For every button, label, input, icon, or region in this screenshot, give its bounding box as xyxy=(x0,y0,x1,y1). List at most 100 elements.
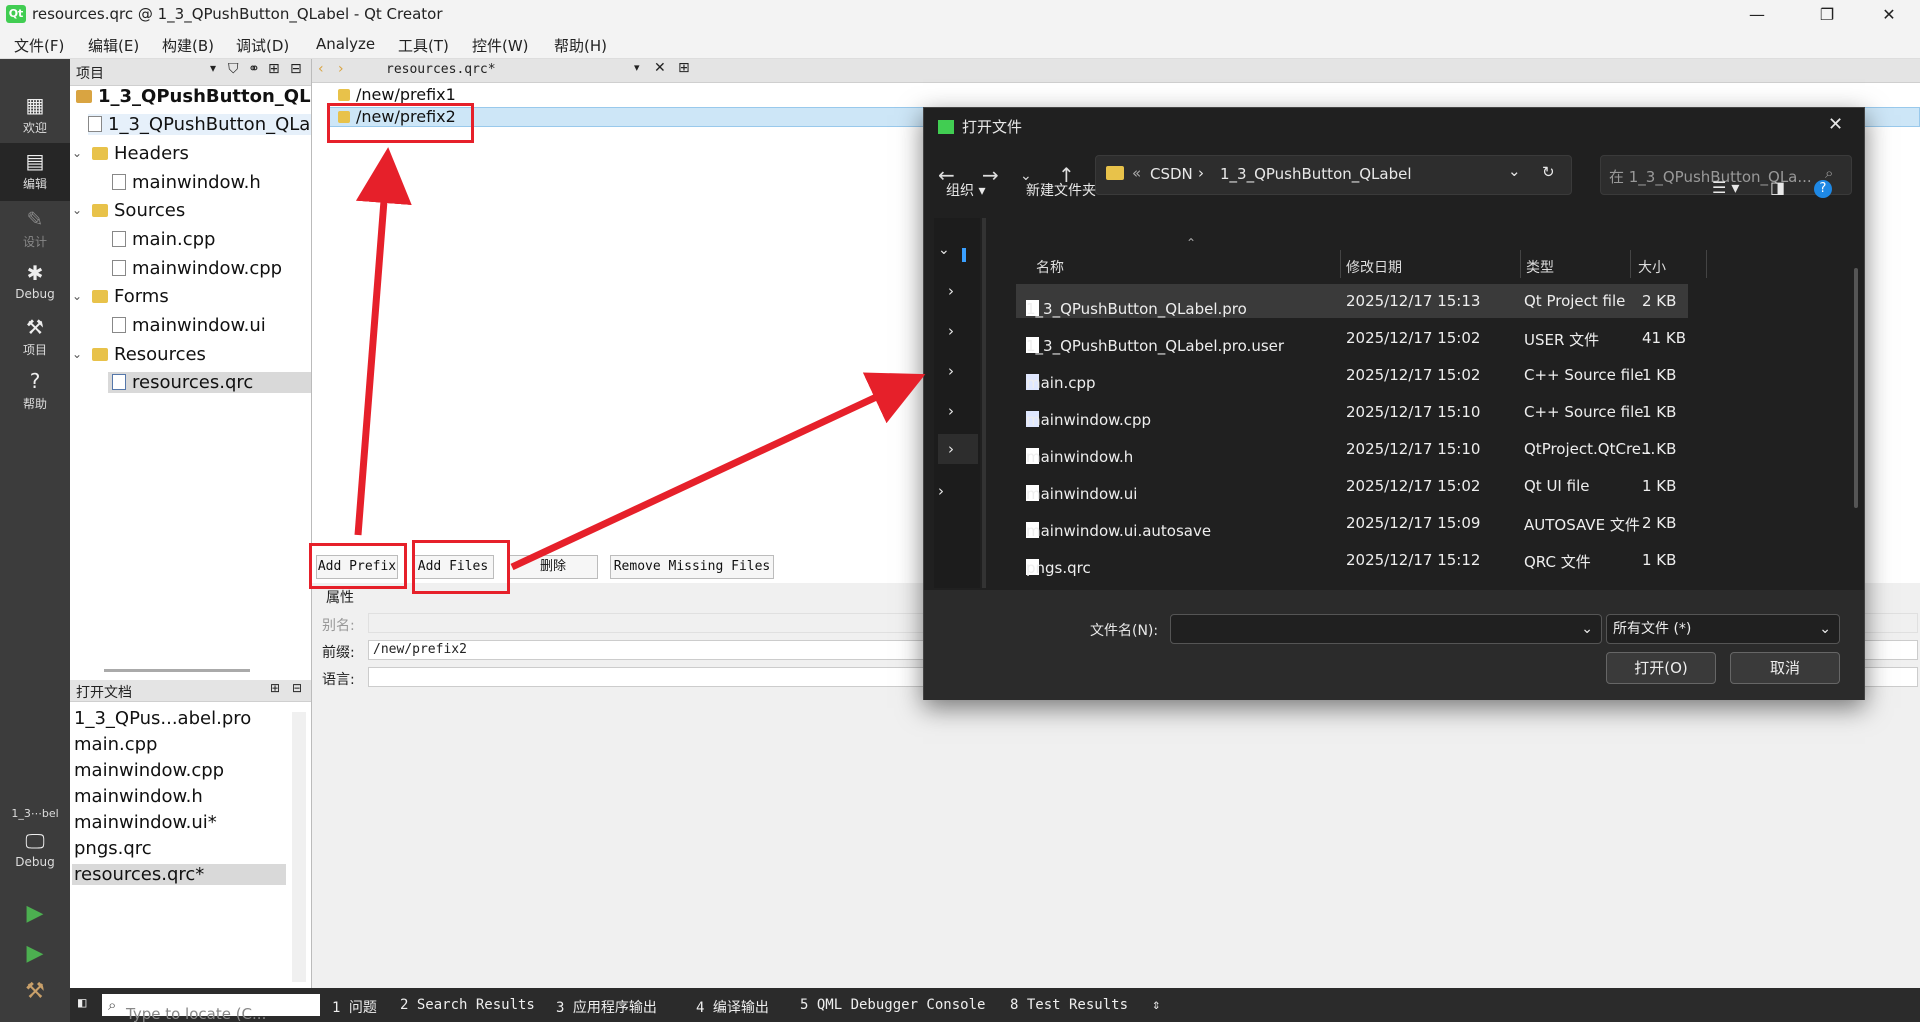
menu-controls[interactable]: 控件(W) xyxy=(472,35,529,56)
projects-view-dropdown[interactable]: ▾ xyxy=(210,61,216,75)
dialog-close-icon[interactable]: ✕ xyxy=(1828,114,1843,135)
file-row[interactable]: pngs.qrc 2025/12/17 15:12 QRC 文件 1 KB xyxy=(1016,543,1766,577)
address-bar[interactable]: « CSDN › 1_3_QPushButton_QLabel ⌄ ↻ xyxy=(1095,155,1572,195)
remove-button[interactable]: 删除 xyxy=(508,555,598,579)
tree-forms[interactable]: ⌄ Forms xyxy=(72,286,169,307)
column-divider[interactable] xyxy=(1520,250,1521,278)
tree-project-root[interactable]: 1_3_QPushButton_QLabel xyxy=(76,86,312,107)
menu-build[interactable]: 构建(B) xyxy=(162,35,214,56)
prefix-item[interactable]: /new/prefix1 xyxy=(338,85,456,104)
status-tab-compile[interactable]: 4 编译输出 xyxy=(696,997,769,1017)
open-button[interactable]: 打开(O) xyxy=(1606,652,1716,684)
kit-selector[interactable]: 🖵 Debug xyxy=(0,829,70,869)
close-pane-icon[interactable]: ⊟ xyxy=(292,681,302,695)
filter-icon[interactable]: ⛉ xyxy=(228,61,239,77)
chevron-right-icon[interactable]: › xyxy=(938,482,944,500)
menu-tools[interactable]: 工具(T) xyxy=(398,35,449,56)
tree-h-scrollbar[interactable] xyxy=(104,669,250,672)
locator-input[interactable]: ⌕ Type to locate (C... xyxy=(102,994,320,1023)
refresh-icon[interactable]: ↻ xyxy=(1542,163,1555,181)
list-item-selected[interactable]: resources.qrc* xyxy=(72,864,286,885)
chevron-right-icon[interactable]: › xyxy=(948,282,954,300)
breadcrumb-overflow[interactable]: « xyxy=(1132,164,1141,182)
nav-item-selected[interactable] xyxy=(938,434,978,464)
forward-icon[interactable]: › xyxy=(338,61,344,77)
tree-file[interactable]: main.cpp xyxy=(112,229,215,250)
build-hammer-icon[interactable]: ⚒ xyxy=(0,979,70,1004)
open-docs-scrollbar[interactable] xyxy=(292,712,306,982)
menu-analyze[interactable]: Analyze xyxy=(316,35,375,53)
list-item[interactable]: mainwindow.cpp xyxy=(74,760,224,781)
status-tab-tests[interactable]: 8 Test Results xyxy=(1010,997,1128,1013)
column-header-type[interactable]: 类型 xyxy=(1526,257,1554,277)
chevron-right-icon[interactable]: › xyxy=(948,402,954,420)
column-header-date[interactable]: 修改日期 xyxy=(1346,257,1402,277)
list-item[interactable]: main.cpp xyxy=(74,734,157,755)
tree-file[interactable]: mainwindow.h xyxy=(112,172,261,193)
chevron-right-icon[interactable]: › xyxy=(948,440,954,458)
address-dropdown-icon[interactable]: ⌄ xyxy=(1508,162,1521,180)
status-tab-search[interactable]: 2 Search Results xyxy=(400,997,535,1013)
tree-file[interactable]: mainwindow.ui xyxy=(112,315,266,336)
view-options-icon[interactable]: ☰ ▾ xyxy=(1712,178,1739,197)
file-row[interactable]: mainwindow.ui 2025/12/17 15:02 Qt UI fil… xyxy=(1016,469,1766,503)
list-item[interactable]: pngs.qrc xyxy=(74,838,152,859)
mode-design[interactable]: ✎ 设计 xyxy=(0,207,70,250)
column-divider[interactable] xyxy=(1706,250,1707,278)
maximize-button[interactable]: ❐ xyxy=(1804,0,1850,29)
file-list-scrollbar[interactable] xyxy=(1854,268,1858,508)
breadcrumb-item[interactable]: 1_3_QPushButton_QLabel xyxy=(1220,165,1412,183)
status-tab-qml[interactable]: 5 QML Debugger Console xyxy=(800,997,985,1013)
file-row[interactable]: mainwindow.ui.autosave 2025/12/17 15:09 … xyxy=(1016,506,1766,540)
split-icon[interactable]: ⊞ xyxy=(268,61,280,77)
new-folder-button[interactable]: 新建文件夹 xyxy=(1026,180,1096,200)
mode-help[interactable]: ? 帮助 xyxy=(0,369,70,412)
toggle-sidebar-icon[interactable]: ◧ xyxy=(78,995,86,1011)
chevron-right-icon[interactable]: › xyxy=(948,322,954,340)
minimize-button[interactable]: — xyxy=(1734,0,1780,29)
close-pane-icon[interactable]: ⊟ xyxy=(290,61,302,77)
tree-headers[interactable]: ⌄ Headers xyxy=(72,143,189,164)
chevron-right-icon[interactable]: › xyxy=(948,362,954,380)
help-icon[interactable]: ? xyxy=(1814,180,1832,198)
column-divider[interactable] xyxy=(1340,250,1341,278)
tab-dropdown[interactable]: ▾ xyxy=(634,61,640,74)
split-editor-icon[interactable]: ⊞ xyxy=(678,60,690,76)
breadcrumb-item[interactable]: CSDN xyxy=(1150,165,1193,183)
menu-file[interactable]: 文件(F) xyxy=(14,35,64,56)
mode-edit[interactable]: ▤ 编辑 xyxy=(0,143,70,201)
menu-debug[interactable]: 调试(D) xyxy=(236,35,289,56)
list-item[interactable]: mainwindow.ui* xyxy=(74,812,217,833)
debug-run-icon[interactable]: ▶ xyxy=(0,941,70,966)
preview-pane-icon[interactable]: ◨ xyxy=(1770,178,1785,197)
close-button[interactable]: ✕ xyxy=(1866,0,1912,29)
file-type-select[interactable]: 所有文件 (*) ⌄ xyxy=(1606,614,1840,644)
mode-welcome[interactable]: ▦ 欢迎 xyxy=(0,93,70,136)
mode-projects[interactable]: ⚒ 项目 xyxy=(0,315,70,358)
cancel-button[interactable]: 取消 xyxy=(1730,652,1840,684)
tree-resources[interactable]: ⌄ Resources xyxy=(72,344,206,365)
file-row[interactable]: 1_3_QPushButton_QLabel.pro 2025/12/17 15… xyxy=(1016,284,1688,318)
nav-scrollbar[interactable] xyxy=(982,218,986,588)
file-row[interactable]: main.cpp 2025/12/17 15:02 C++ Source fil… xyxy=(1016,358,1766,392)
chevron-down-icon[interactable]: ⌄ xyxy=(938,242,950,258)
back-icon[interactable]: ‹ xyxy=(318,61,324,77)
organize-menu[interactable]: 组织 ▾ xyxy=(946,180,985,200)
menu-help[interactable]: 帮助(H) xyxy=(554,35,607,56)
more-tabs-icon[interactable]: ⇕ xyxy=(1152,997,1160,1013)
link-icon[interactable]: ⚭ xyxy=(248,61,260,77)
status-tab-issues[interactable]: 1 问题 xyxy=(332,997,377,1017)
column-divider[interactable] xyxy=(1630,250,1631,278)
remove-missing-files-button[interactable]: Remove Missing Files xyxy=(610,555,774,579)
run-icon[interactable]: ▶ xyxy=(0,901,70,926)
tree-file-selected[interactable]: resources.qrc xyxy=(108,372,312,393)
editor-tab-file[interactable]: resources.qrc* xyxy=(386,62,496,77)
file-row[interactable]: mainwindow.cpp 2025/12/17 15:10 C++ Sour… xyxy=(1016,395,1766,429)
tree-pro-file[interactable]: 1_3_QPushButton_QLabel xyxy=(88,114,312,135)
list-item[interactable]: mainwindow.h xyxy=(74,786,203,807)
filename-input[interactable]: ⌄ xyxy=(1170,614,1602,644)
tree-sources[interactable]: ⌄ Sources xyxy=(72,200,185,221)
mode-debug[interactable]: ✱ Debug xyxy=(0,261,70,301)
file-row[interactable]: mainwindow.h 2025/12/17 15:10 QtProject.… xyxy=(1016,432,1766,466)
status-tab-app-output[interactable]: 3 应用程序输出 xyxy=(556,997,657,1017)
